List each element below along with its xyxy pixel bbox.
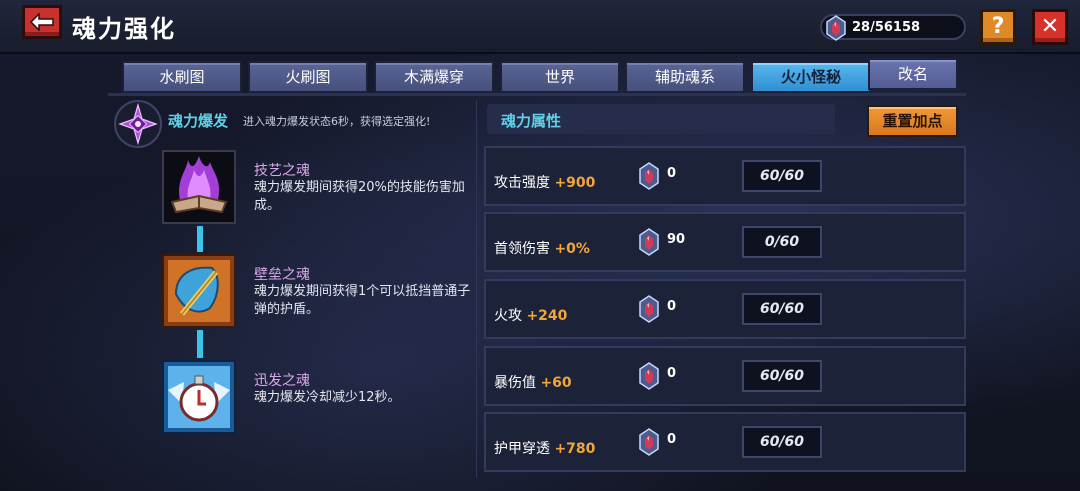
- soul-gem-icon: [826, 15, 846, 41]
- soul-connector: [197, 330, 203, 358]
- winged-stopwatch-icon[interactable]: [162, 360, 236, 434]
- reset-points-button[interactable]: 重置加点: [867, 105, 958, 137]
- attribute-label: 暴伤值 +60: [494, 372, 572, 392]
- attribute-label: 护甲穿透 +780: [494, 438, 595, 458]
- attribute-label: 火攻 +240: [494, 305, 567, 325]
- attribute-label: 首领伤害 +0%: [494, 238, 590, 258]
- attribute-level: 60/60: [742, 426, 822, 458]
- soul-2-description: 魂力爆发期间获得1个可以抵挡普通子弹的护盾。: [254, 284, 471, 317]
- attribute-row-armor-penetration[interactable]: 护甲穿透 +780 0 60/60: [484, 412, 966, 472]
- attribute-bonus: +0%: [554, 241, 590, 257]
- attribute-name: 攻击强度: [494, 175, 550, 191]
- soul-2-name: 壁垒之魂: [254, 267, 310, 283]
- back-arrow-icon: [29, 13, 54, 31]
- attribute-label: 攻击强度 +900: [494, 172, 595, 192]
- attribute-level: 0/60: [742, 226, 822, 258]
- soul-connector: [197, 226, 203, 252]
- soul-gem-icon: [639, 228, 659, 256]
- attribute-cost: 0: [667, 166, 677, 181]
- currency-amount: 28/56158: [852, 20, 921, 35]
- attribute-cost: 0: [667, 432, 677, 447]
- tab-preset-3[interactable]: 木满爆穿: [374, 61, 494, 93]
- attribute-row-crit-damage[interactable]: 暴伤值 +60 0 60/60: [484, 346, 966, 406]
- attribute-name: 首领伤害: [494, 241, 550, 257]
- soul-gem-icon: [639, 428, 659, 456]
- soul-1-description: 魂力爆发期间获得20%的技能伤害加成。: [254, 180, 465, 213]
- attribute-level: 60/60: [742, 360, 822, 392]
- soul-1-name: 技艺之魂: [254, 163, 310, 179]
- soul-gem-icon: [639, 162, 659, 190]
- attribute-bonus: +60: [540, 375, 572, 391]
- tab-preset-5[interactable]: 辅助魂系: [625, 61, 745, 93]
- soul-burst-description: 进入魂力爆发状态6秒，获得选定强化!: [243, 115, 431, 128]
- soul-burst-title: 魂力爆发: [168, 112, 229, 130]
- soul-3-name: 迅发之魂: [254, 373, 310, 389]
- header-bar: 魂力强化 28/56158 ? ✕: [0, 0, 1080, 54]
- attribute-level: 60/60: [742, 160, 822, 192]
- soul-gem-icon: [639, 362, 659, 390]
- panel-divider: [476, 100, 477, 478]
- attribute-cost: 0: [667, 366, 677, 381]
- attribute-name: 护甲穿透: [494, 441, 550, 457]
- attribute-bonus: +900: [554, 175, 596, 191]
- rename-button[interactable]: 改名: [868, 58, 958, 90]
- attribute-row-boss-damage[interactable]: 首领伤害 +0% 90 0/60: [484, 212, 966, 272]
- tab-preset-2[interactable]: 火刷图: [248, 61, 368, 93]
- attributes-title: 魂力属性: [501, 112, 562, 130]
- close-button[interactable]: ✕: [1032, 9, 1068, 45]
- tab-preset-6[interactable]: 火小怪秘: [751, 61, 871, 93]
- tab-preset-4[interactable]: 世界: [500, 61, 620, 93]
- purple-flame-book-icon[interactable]: [162, 150, 236, 224]
- attribute-row-attack[interactable]: 攻击强度 +900 0 60/60: [484, 146, 966, 206]
- attribute-name: 暴伤值: [494, 375, 536, 391]
- soul-burst-icon: [114, 100, 162, 148]
- soul-3-description: 魂力爆发冷却减少12秒。: [254, 390, 401, 405]
- soul-currency-display: 28/56158: [820, 14, 966, 41]
- back-button[interactable]: [22, 5, 62, 39]
- attribute-row-fire-attack[interactable]: 火攻 +240 0 60/60: [484, 279, 966, 339]
- shield-axe-icon[interactable]: [162, 254, 236, 328]
- attribute-level: 60/60: [742, 293, 822, 325]
- attribute-name: 火攻: [494, 308, 522, 324]
- help-button[interactable]: ?: [980, 9, 1016, 45]
- attribute-cost: 0: [667, 299, 677, 314]
- attributes-header: 魂力属性: [487, 104, 835, 134]
- tabs-divider: [108, 93, 966, 96]
- soul-gem-icon: [639, 295, 659, 323]
- tab-preset-1[interactable]: 水刷图: [122, 61, 242, 93]
- attribute-bonus: +240: [526, 308, 568, 324]
- attribute-cost: 90: [667, 232, 686, 247]
- page-title: 魂力强化: [72, 15, 176, 43]
- attribute-bonus: +780: [554, 441, 596, 457]
